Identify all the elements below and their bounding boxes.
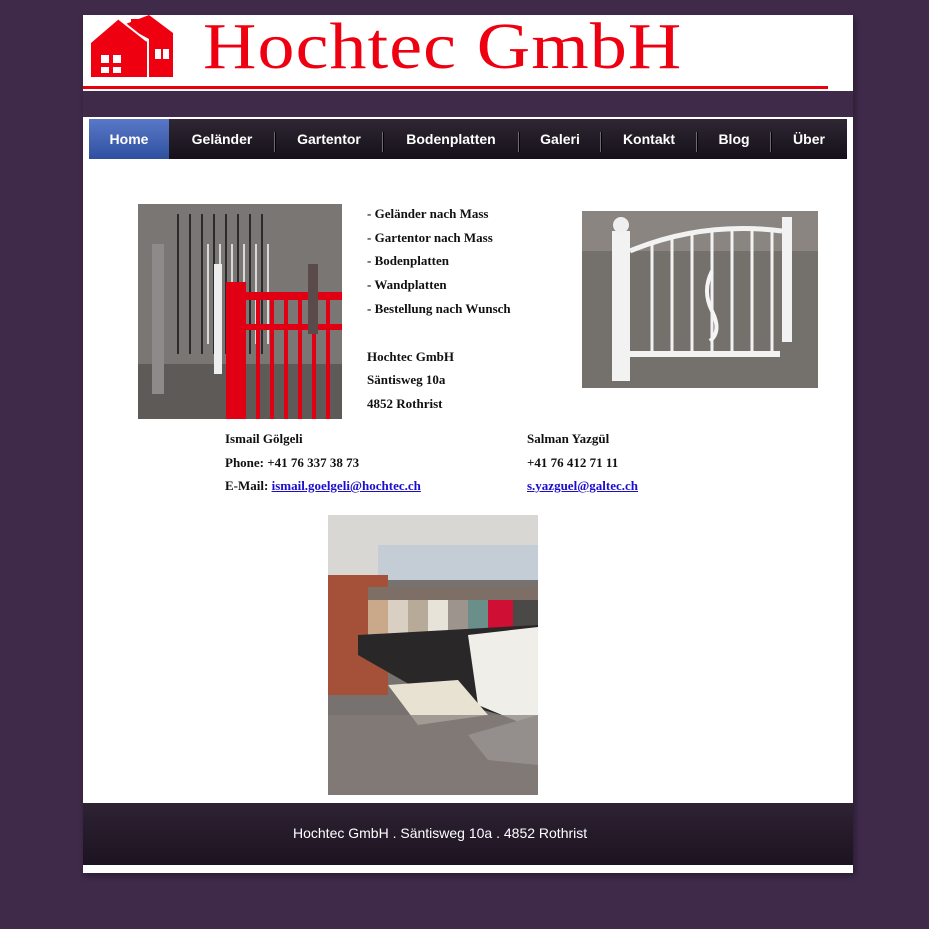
contact-right-phone: +41 76 412 71 11	[527, 455, 619, 470]
footer-text: Hochtec GmbH . Säntisweg 10a . 4852 Roth…	[293, 825, 588, 841]
nav-item-label: Gartentor	[297, 131, 361, 147]
nav-item-blog[interactable]: Blog	[697, 119, 771, 159]
nav-item-label: Über	[793, 131, 825, 147]
nav-item-label: Blog	[718, 131, 750, 147]
email-label: E-Mail:	[225, 478, 272, 493]
service-item: - Bodenplatten	[367, 253, 449, 268]
contact-left-phone: Phone: +41 76 337 38 73	[225, 455, 360, 470]
nav-item-label: Kontakt	[622, 131, 676, 147]
service-item: - Geländer nach Mass	[367, 206, 489, 221]
nav-item-home[interactable]: Home	[89, 119, 169, 159]
site-header: Hochtec GmbH	[83, 10, 847, 91]
service-item: - Bestellung nach Wunsch	[367, 301, 511, 316]
nav-item-label: Geländer	[191, 131, 253, 147]
contact-right-name: Salman Yazgül	[527, 431, 610, 446]
contact-left-name: Ismail Gölgeli	[225, 431, 303, 446]
service-item: - Wandplatten	[367, 277, 447, 292]
company-city: 4852 Rothrist	[367, 396, 443, 411]
railings-photo	[138, 204, 342, 419]
site-footer: Hochtec GmbH . Säntisweg 10a . 4852 Roth…	[83, 803, 853, 865]
email-link-salman[interactable]: s.yazguel@galtec.ch	[527, 478, 638, 493]
nav-item-bodenplatten[interactable]: Bodenplatten	[383, 119, 519, 159]
header-underline	[83, 86, 828, 89]
nav-item-kontakt[interactable]: Kontakt	[601, 119, 697, 159]
nav-item-label: Bodenplatten	[406, 131, 496, 147]
logo-text[interactable]: Hochtec GmbH	[203, 9, 682, 85]
main-navigation: Home Geländer Gartentor Bodenplatten Gal…	[89, 119, 847, 159]
nav-item-gartentor[interactable]: Gartentor	[275, 119, 383, 159]
nav-item-gelaender[interactable]: Geländer	[169, 119, 275, 159]
nav-item-label: Galeri	[540, 131, 580, 147]
nav-item-label: Home	[109, 131, 149, 147]
header-band	[83, 91, 853, 117]
showroom-photo	[328, 515, 538, 795]
house-logo-icon	[91, 15, 173, 77]
company-street: Säntisweg 10a	[367, 372, 446, 387]
nav-item-galeri[interactable]: Galeri	[519, 119, 601, 159]
company-name: Hochtec GmbH	[367, 349, 455, 364]
contact-left-email-row: E-Mail: ismail.goelgeli@hochtec.ch	[225, 478, 421, 494]
white-railing-photo	[582, 211, 818, 388]
contact-right-email-row: s.yazguel@galtec.ch	[527, 478, 638, 494]
service-item: - Gartentor nach Mass	[367, 230, 493, 245]
email-link-ismail[interactable]: ismail.goelgeli@hochtec.ch	[272, 478, 421, 493]
nav-item-ueber[interactable]: Über	[771, 119, 847, 159]
page-container: Hochtec GmbH Home Geländer Gartentor Bod…	[83, 10, 853, 873]
